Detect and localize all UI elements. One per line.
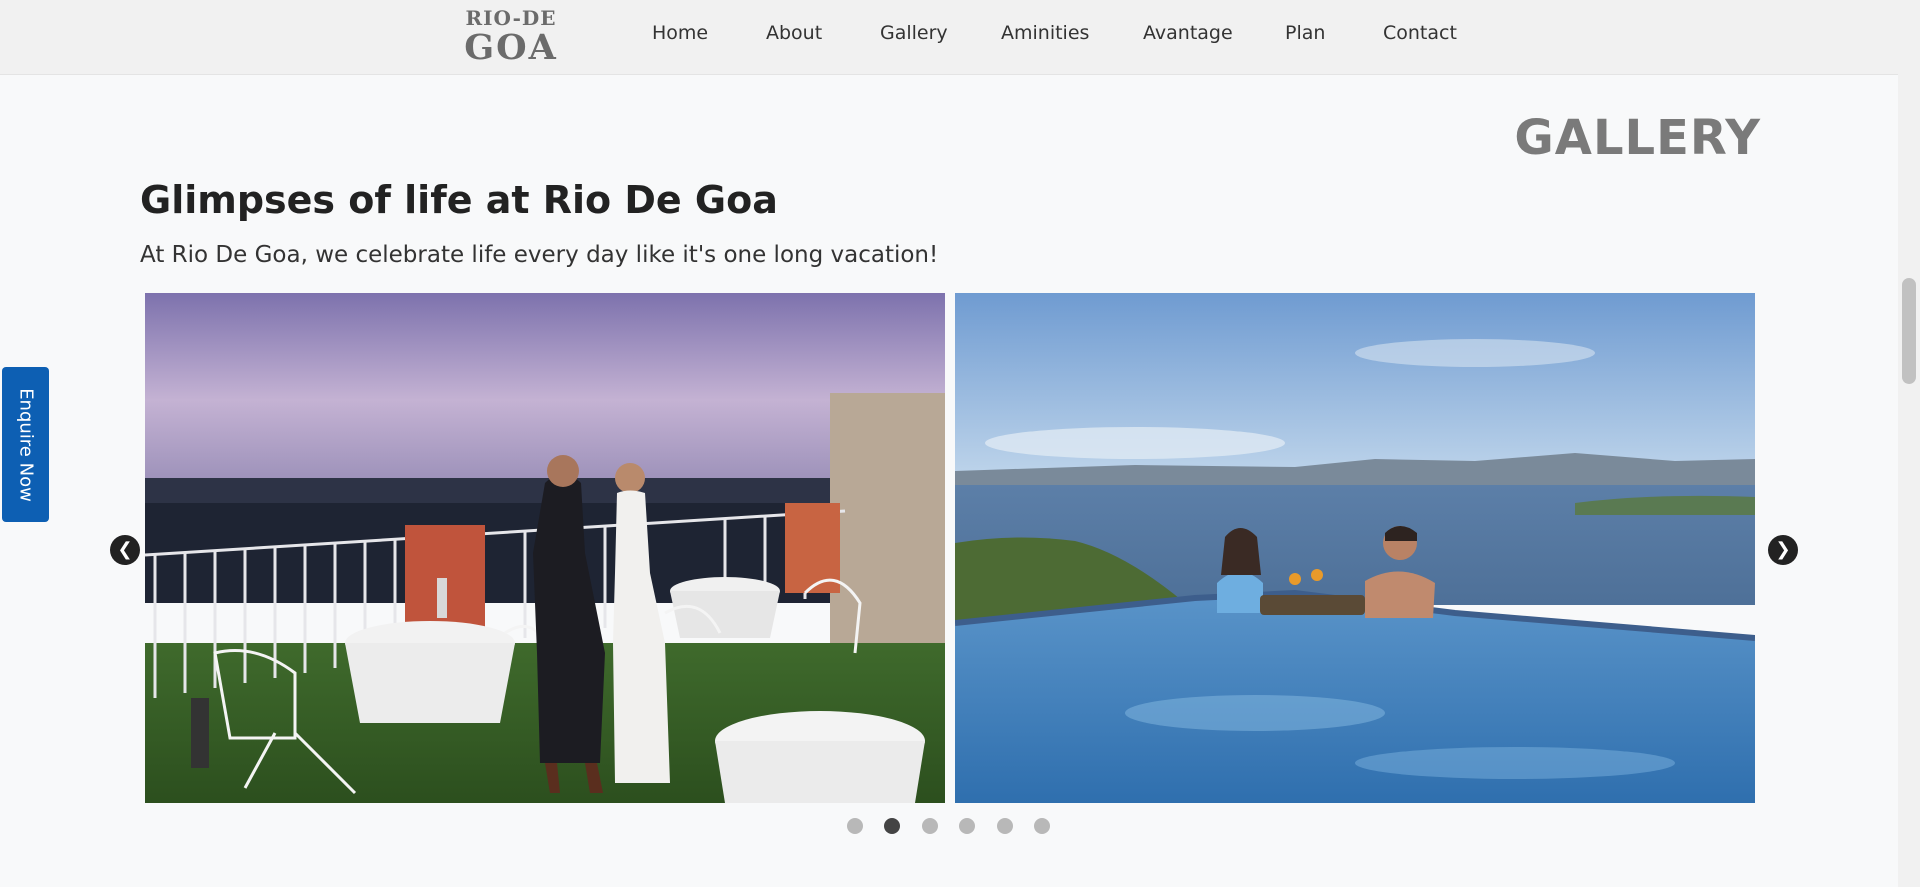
nav-link-contact[interactable]: Contact [1383,22,1457,44]
carousel-next-button[interactable]: ❯ [1768,535,1798,565]
infinity-pool-image [955,293,1755,803]
nav-link-plan[interactable]: Plan [1285,22,1325,44]
carousel-dot-5[interactable] [997,818,1013,834]
gallery-slide-rooftop-dinner[interactable] [145,293,945,803]
carousel-dot-6[interactable] [1034,818,1050,834]
carousel-dot-4[interactable] [959,818,975,834]
nav-link-avantage[interactable]: Avantage [1143,22,1233,44]
nav-link-home[interactable]: Home [652,22,708,44]
carousel-dot-3[interactable] [922,818,938,834]
logo-text-bottom: GOA [464,27,558,68]
navbar: RIO-DE GOA Home About Gallery Aminities … [0,0,1898,75]
section-title: Glimpses of life at Rio De Goa [140,178,778,222]
section-subtitle: At Rio De Goa, we celebrate life every d… [140,242,939,268]
scrollbar-thumb[interactable] [1902,278,1916,384]
gallery-heading: GALLERY [1514,110,1761,166]
brand-logo[interactable]: RIO-DE GOA [458,6,564,68]
page-scrollbar[interactable] [1898,0,1920,887]
nav-link-aminities[interactable]: Aminities [1001,22,1089,44]
gallery-slide-infinity-pool[interactable] [955,293,1755,803]
carousel-dot-2[interactable] [884,818,900,834]
enquire-now-tab[interactable]: Enquire Now [2,367,49,522]
carousel-dot-1[interactable] [847,818,863,834]
carousel-prev-button[interactable]: ❮ [110,535,140,565]
nav-link-gallery[interactable]: Gallery [880,22,948,44]
nav-link-about[interactable]: About [766,22,822,44]
rooftop-dinner-image [145,293,945,803]
enquire-now-label: Enquire Now [15,387,36,502]
